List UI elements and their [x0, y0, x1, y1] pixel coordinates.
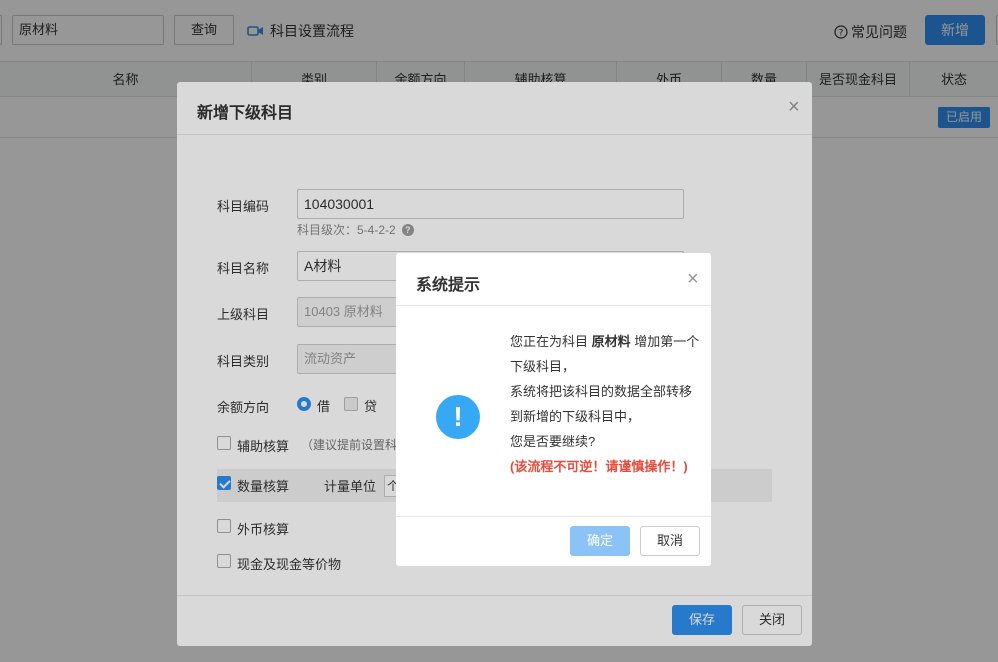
- msg-warning: (该流程不可逆！请谨慎操作！): [510, 459, 688, 474]
- msg-line2: 系统将把该科目的数据全部转移到新增的下级科目中，: [510, 384, 693, 424]
- cancel-button[interactable]: 取消: [640, 526, 700, 556]
- confirm-title: 系统提示: [416, 277, 481, 294]
- confirm-message: 您正在为科目 原材料 增加第一个下级科目， 系统将把该科目的数据全部转移到新增的…: [510, 329, 700, 479]
- close-icon[interactable]: ×: [687, 269, 699, 289]
- divider: [396, 305, 711, 306]
- system-prompt-dialog: 系统提示 × ! 您正在为科目 原材料 增加第一个下级科目， 系统将把该科目的数…: [396, 253, 711, 566]
- divider: [396, 516, 711, 517]
- exclamation-icon: !: [436, 395, 480, 439]
- msg-subject: 原材料: [591, 334, 631, 349]
- msg-line3: 您是否要继续?: [510, 434, 596, 449]
- msg-prefix: 您正在为科目: [510, 334, 592, 349]
- ok-button[interactable]: 确定: [570, 526, 630, 556]
